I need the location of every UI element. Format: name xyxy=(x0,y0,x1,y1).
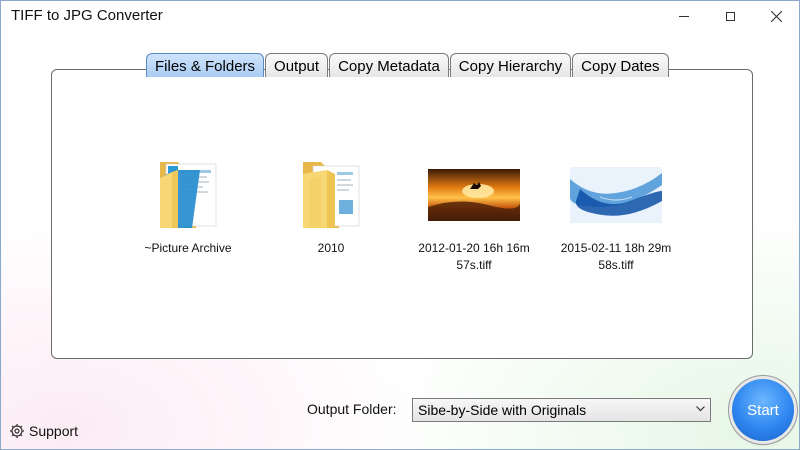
start-label: Start xyxy=(747,401,779,419)
output-folder-value: Sibe-by-Side with Originals xyxy=(418,402,587,418)
file-item[interactable]: ~Picture Archive xyxy=(118,156,258,257)
file-name: ~Picture Archive xyxy=(144,241,232,255)
file-name: 2012-01-20 16h 16m 57s.tiff xyxy=(418,241,530,272)
folder-icon xyxy=(303,162,360,228)
start-button[interactable]: Start xyxy=(732,379,794,441)
minimize-button[interactable] xyxy=(661,1,707,31)
tab-copy-dates[interactable]: Copy Dates xyxy=(572,53,669,77)
close-button[interactable] xyxy=(753,1,799,31)
folder-icon xyxy=(160,162,217,228)
support-link[interactable]: Support xyxy=(9,423,78,439)
minimize-icon xyxy=(679,15,689,17)
output-folder-label: Output Folder: xyxy=(307,401,397,417)
tab-files-folders[interactable]: Files & Folders xyxy=(146,53,265,77)
close-icon xyxy=(770,10,782,22)
tab-bar: Files & Folders Output Copy Metadata Cop… xyxy=(146,53,670,79)
support-label: Support xyxy=(29,423,79,439)
title-bar: TIFF to JPG Converter xyxy=(1,1,799,31)
image-thumbnail xyxy=(570,167,662,223)
tab-copy-metadata[interactable]: Copy Metadata xyxy=(329,53,449,77)
file-item[interactable]: 2010 xyxy=(261,156,401,257)
chevron-down-icon xyxy=(696,406,705,412)
output-folder-select[interactable]: Sibe-by-Side with Originals xyxy=(412,398,711,422)
file-item[interactable]: 2015-02-11 18h 29m 58s.tiff xyxy=(546,156,686,274)
maximize-button[interactable] xyxy=(707,1,753,31)
image-thumbnail xyxy=(428,169,520,221)
gear-icon xyxy=(10,424,24,438)
tab-copy-hierarchy[interactable]: Copy Hierarchy xyxy=(449,53,572,77)
app-window: TIFF to JPG Converter Files & Folders Ou… xyxy=(0,0,800,450)
tab-output[interactable]: Output xyxy=(265,53,329,77)
maximize-icon xyxy=(725,11,735,21)
files-panel[interactable]: ~Picture Archive 2010 2012-01-20 16h 16m… xyxy=(51,69,753,359)
file-item[interactable]: 2012-01-20 16h 16m 57s.tiff xyxy=(404,156,544,274)
file-name: 2010 xyxy=(317,241,345,255)
file-name: 2015-02-11 18h 29m 58s.tiff xyxy=(560,241,672,272)
window-title: TIFF to JPG Converter xyxy=(11,7,163,24)
